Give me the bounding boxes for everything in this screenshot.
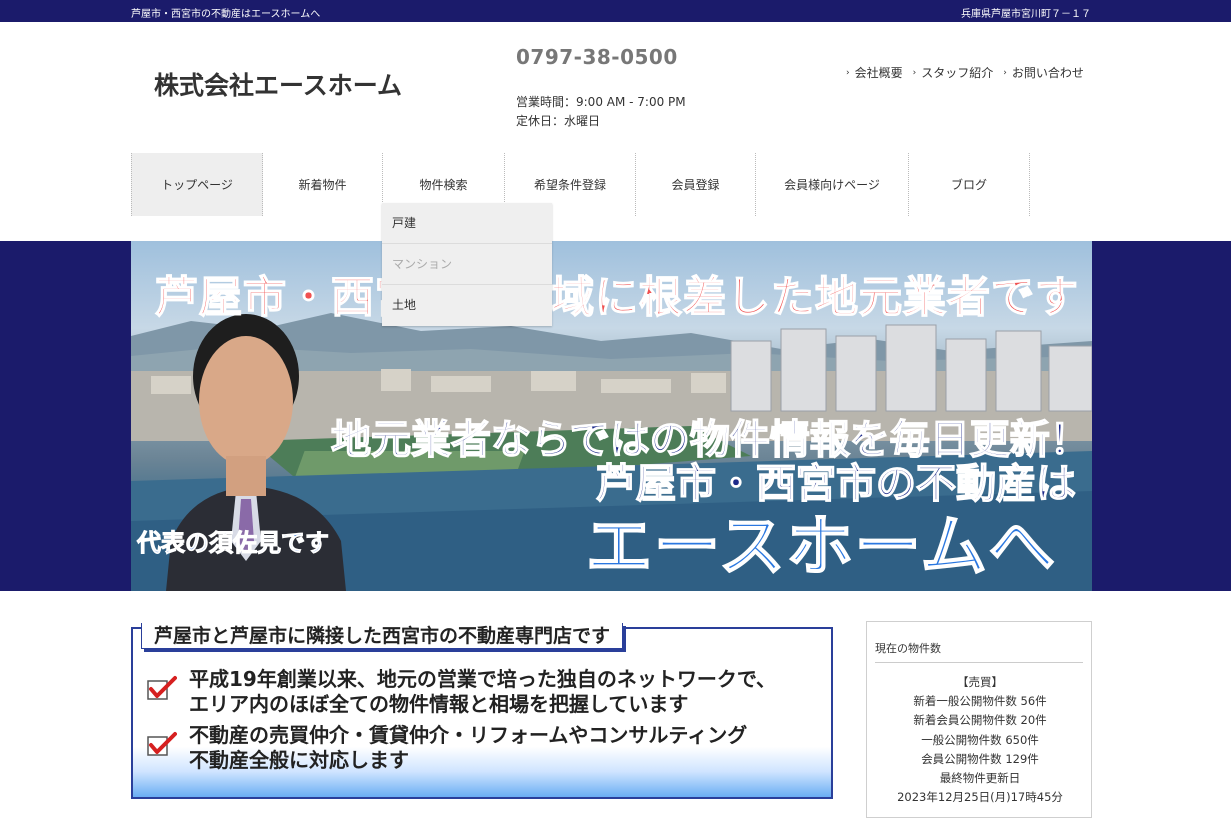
widget-line: 会員公開物件数 129件 xyxy=(921,751,1039,766)
dropdown-item-land[interactable]: 土地 xyxy=(382,285,552,326)
business-hours: 営業時間：9:00 AM - 7:00 PM 定休日：水曜日 xyxy=(516,93,686,131)
nav-label: トップページ xyxy=(161,178,233,192)
widget-line: 新着会員公開物件数 20件 xyxy=(913,713,1047,728)
nav-item-register[interactable]: 会員登録 xyxy=(636,153,756,216)
dropdown-item-mansion[interactable]: マンション xyxy=(382,244,552,285)
tagline: 芦屋市・西宮市の不動産はエースホームへ xyxy=(131,9,321,20)
widget-line: 【売買】 xyxy=(957,675,1003,689)
dropdown-item-house[interactable]: 戸建 xyxy=(382,203,552,244)
widget-title: 現在の物件数 xyxy=(875,642,941,655)
nav-label: 物件検索 xyxy=(419,178,468,192)
intro-point: 平成19年創業以来、地元の営業で培った独自のネットワークで、 エリア内のほぼ全て… xyxy=(147,667,776,717)
widget-line: 新着一般公開物件数 56件 xyxy=(913,694,1047,709)
address: 兵庫県芦屋市宮川町７－１７ xyxy=(961,9,1091,20)
point-text-a: 不動産の売買仲介・賃貸仲介・リフォームやコンサルティング xyxy=(189,723,748,747)
property-count-widget: 現在の物件数 【売買】 新着一般公開物件数 56件 新着会員公開物件数 20件 … xyxy=(866,621,1092,818)
nav-label: 希望条件登録 xyxy=(533,178,606,192)
point-text-b: 不動産全般に対応します xyxy=(189,748,409,772)
nav-label: 新着物件 xyxy=(298,178,347,192)
link-label: 会社概要 xyxy=(854,66,903,80)
nav-label: ブログ xyxy=(950,178,987,192)
widget-line: 最終物件更新日 xyxy=(939,771,1021,786)
header-links: › 会社概要 › スタッフ紹介 › お問い合わせ xyxy=(846,64,1084,81)
nav-item-blog[interactable]: ブログ xyxy=(909,153,1030,216)
widget-divider xyxy=(875,662,1083,663)
widget-line: 一般公開物件数 650件 xyxy=(921,732,1039,747)
hero-line-3: エースホームへ xyxy=(585,507,1057,586)
point-text-a: 平成19年創業以来、地元の営業で培った独自のネットワークで、 xyxy=(189,667,777,691)
link-staff[interactable]: › スタッフ紹介 xyxy=(913,64,994,81)
nav-item-top[interactable]: トップページ xyxy=(131,153,263,216)
nav-label: 会員様向けページ xyxy=(784,178,880,192)
widget-line: 2023年12月25日(月)17時45分 xyxy=(897,790,1063,805)
nav-item-new[interactable]: 新着物件 xyxy=(263,153,383,216)
link-company-profile[interactable]: › 会社概要 xyxy=(846,64,903,81)
search-dropdown-menu: 戸建 マンション 土地 xyxy=(382,203,552,326)
intro-heading: 芦屋市と芦屋市に隣接した西宮市の不動産専門店です xyxy=(141,623,624,649)
hero-caption: 代表の須佐見です xyxy=(137,529,330,558)
link-contact[interactable]: › お問い合わせ xyxy=(1003,64,1084,81)
link-label: お問い合わせ xyxy=(1011,66,1084,80)
intro-panel: 芦屋市と芦屋市に隣接した西宮市の不動産専門店です 平成19年創業以来、地元の営業… xyxy=(131,623,833,799)
hero-banner[interactable]: 芦屋市・西宮市の地域に根差した地元業者です 地元業者ならではの物件情報を毎日更新… xyxy=(131,241,1092,591)
point-text-b: エリア内のほぼ全ての物件情報と相場を把握しています xyxy=(189,692,689,716)
main-nav: トップページ 新着物件 物件検索 希望条件登録 会員登録 会員様向けページ ブロ… xyxy=(131,153,1030,216)
nav-label: 会員登録 xyxy=(671,178,720,192)
chevron-right-icon: › xyxy=(912,67,917,78)
intro-point: 不動産の売買仲介・賃貸仲介・リフォームやコンサルティング 不動産全般に対応します xyxy=(147,723,747,773)
company-logo-text[interactable]: 株式会社エースホーム xyxy=(154,66,402,102)
top-bar: 芦屋市・西宮市の不動産はエースホームへ 兵庫県芦屋市宮川町７－１７ xyxy=(0,0,1231,22)
checkbox-check-icon xyxy=(147,732,177,756)
hero-headline: 芦屋市・西宮市の地域に根差した地元業者です xyxy=(154,272,1079,324)
nav-item-members[interactable]: 会員様向けページ xyxy=(756,153,909,216)
chevron-right-icon: › xyxy=(846,67,850,78)
chevron-right-icon: › xyxy=(1003,67,1007,78)
widget-list: 【売買】 新着一般公開物件数 56件 新着会員公開物件数 20件 一般公開物件数… xyxy=(867,673,1093,807)
hours-text: 営業時間：9:00 AM - 7:00 PM xyxy=(516,95,686,109)
holiday-text: 定休日：水曜日 xyxy=(516,114,601,128)
phone-number[interactable]: 0797-38-0500 xyxy=(516,45,678,69)
checkbox-check-icon xyxy=(147,676,177,700)
link-label: スタッフ紹介 xyxy=(921,66,994,80)
